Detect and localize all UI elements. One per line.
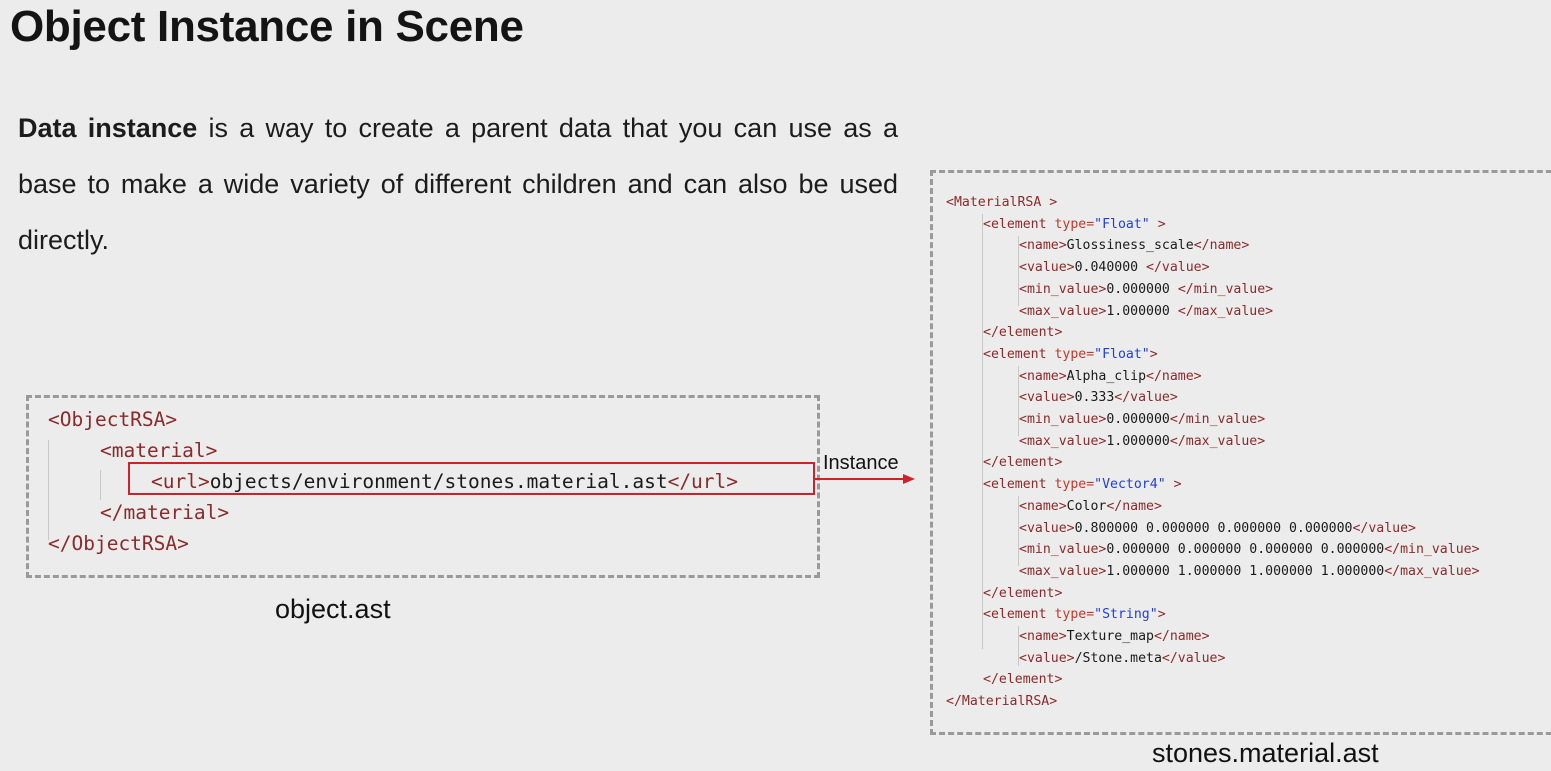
code-line: <max_value>1.000000 1.000000 1.000000 1.… xyxy=(1019,563,1480,579)
code-line: <name>Alpha_clip</name> xyxy=(1019,368,1202,384)
indent-guide xyxy=(982,214,983,649)
code-line: <value>0.800000 0.000000 0.000000 0.0000… xyxy=(1019,520,1416,536)
indent-guide xyxy=(1018,366,1019,436)
indent-guide xyxy=(100,470,101,500)
code-line: <max_value>1.000000</max_value> xyxy=(1019,433,1266,449)
code-line: </material> xyxy=(100,501,230,524)
indent-guide xyxy=(1018,496,1019,566)
code-line: <ObjectRSA> xyxy=(48,408,178,431)
object-ast-caption: object.ast xyxy=(275,594,391,624)
code-line: <MaterialRSA > xyxy=(946,195,1058,210)
code-line: <material> xyxy=(100,439,218,462)
material-ast-caption: stones.material.ast xyxy=(1152,738,1379,768)
indent-guide xyxy=(1018,626,1019,666)
definition-term: Data instance xyxy=(18,113,198,143)
code-line: </MaterialRSA> xyxy=(946,694,1058,710)
instance-label: Instance xyxy=(823,452,899,474)
code-line: <max_value>1.000000 </max_value> xyxy=(1019,303,1274,319)
code-line: <element type="Vector4" > xyxy=(983,477,1182,493)
code-line: </element> xyxy=(983,585,1063,601)
code-line: <name>Color</name> xyxy=(1019,498,1162,514)
code-line: </element> xyxy=(983,325,1063,341)
code-line: <name>Glossiness_scale</name> xyxy=(1019,238,1250,254)
code-line: <min_value>0.000000 0.000000 0.000000 0.… xyxy=(1019,542,1480,558)
code-line: <value>0.040000 </value> xyxy=(1019,260,1210,276)
code-line: <min_value>0.000000 </min_value> xyxy=(1019,281,1274,297)
definition-paragraph: Data instance is a way to create a paren… xyxy=(18,100,898,268)
code-line: <min_value>0.000000</min_value> xyxy=(1019,412,1266,427)
code-line: </element> xyxy=(983,455,1063,471)
code-line: <element type="Float" > xyxy=(983,216,1166,232)
code-line: <element type="String"> xyxy=(983,607,1166,623)
indent-guide xyxy=(48,440,49,540)
code-line: </element> xyxy=(983,672,1063,688)
code-line: </ObjectRSA> xyxy=(48,532,189,555)
slide-title: Object Instance in Scene xyxy=(10,2,524,51)
code-line: <value>0.333</value> xyxy=(1019,390,1178,406)
indent-guide xyxy=(1018,236,1019,306)
code-line: <name>Texture_map</name> xyxy=(1019,629,1210,644)
code-line: <value>/Stone.meta</value> xyxy=(1019,650,1226,666)
code-line: <element type="Float"> xyxy=(983,346,1158,362)
url-highlight-box xyxy=(128,462,815,495)
